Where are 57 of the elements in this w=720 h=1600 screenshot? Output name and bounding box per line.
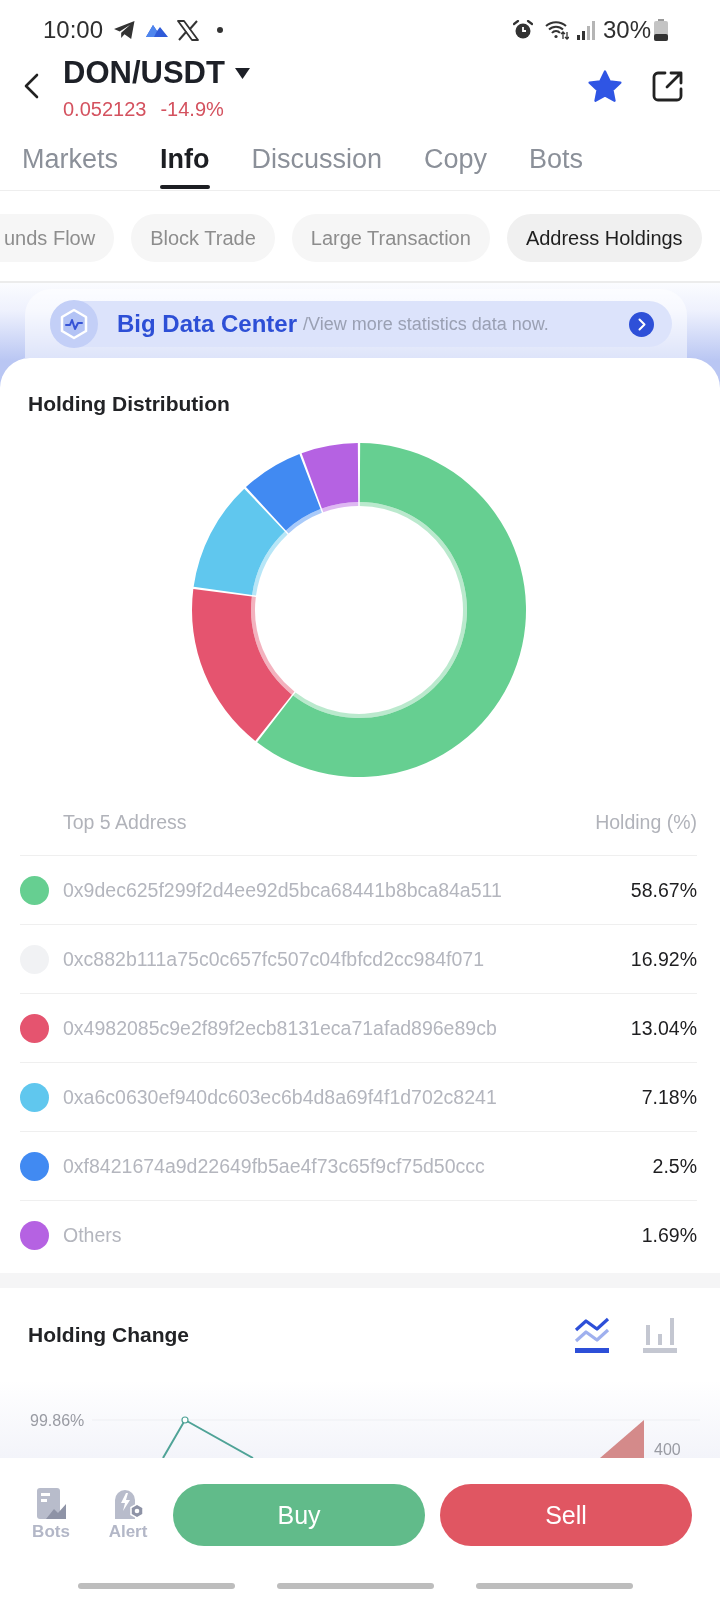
axis-label: 400 — [654, 1441, 681, 1458]
nav-handle[interactable] — [476, 1583, 633, 1589]
holding-cell: 1.69% — [641, 1223, 697, 1247]
wifi-icon — [544, 20, 569, 40]
x-logo-icon — [177, 19, 200, 41]
section-title: Holding Distribution — [27, 391, 231, 417]
banner-title: Big Data Center — [117, 309, 298, 339]
status-time: 10:00 — [43, 16, 104, 44]
dot-icon — [217, 27, 224, 33]
address-cell: 0x9dec625f299f2d4ee92d5bca68441b8bca84a511 — [63, 878, 502, 902]
shortcut-button[interactable]: Bots — [28, 1488, 74, 1542]
nav-handle[interactable] — [78, 1583, 235, 1589]
holding-cell: 58.67% — [630, 878, 697, 902]
paper-plane-icon — [113, 20, 137, 40]
battery-percent: 30% — [602, 16, 651, 44]
shortcut-button[interactable]: Alert — [105, 1488, 151, 1542]
address-cell: 0xc882b111a75c0c657fc507c04fbfcd2cc984f071 — [63, 947, 485, 971]
sell-button[interactable]: Sell — [440, 1484, 692, 1546]
section-title: Holding Change — [27, 1322, 189, 1348]
chevron-circle-icon — [629, 311, 654, 337]
price-change: -14.9% — [160, 97, 224, 121]
signal-icon — [576, 20, 595, 40]
alarm-icon — [512, 20, 533, 40]
back-icon[interactable] — [22, 73, 40, 99]
line-chart-icon[interactable] — [574, 1316, 610, 1354]
column-header: Holding (%) — [595, 810, 697, 834]
holding-cell: 13.04% — [630, 1016, 697, 1040]
star-icon[interactable] — [588, 70, 622, 103]
banner-card[interactable]: Big Data Center /View more statistics data now. — [50, 301, 672, 347]
address-cell: Others — [63, 1223, 122, 1247]
filter-chip[interactable]: Large Transaction — [291, 214, 490, 262]
axis-label: 99.86% — [30, 1412, 85, 1429]
address-cell: 0xf8421674a9d22649fb5ae4f73c65f9cf75d50ccc — [63, 1154, 485, 1178]
column-header: Top 5 Address — [63, 810, 187, 834]
banner-subtitle: /View more statistics data now. — [303, 313, 549, 336]
address-cell: 0x4982085c9e2f89f2ecb8131eca71afad896e89cb — [63, 1016, 497, 1040]
document-chart-icon — [35, 1488, 67, 1520]
holding-cell: 7.18% — [641, 1085, 697, 1109]
pair-selector[interactable]: DON/USDT — [63, 56, 250, 90]
tab[interactable]: Info — [160, 128, 210, 190]
tab[interactable]: Copy — [424, 128, 488, 190]
mountain-icon — [146, 23, 169, 37]
address-cell: 0xa6c0630ef940dc603ec6b4d8a69f4f1d702c8241 — [63, 1085, 497, 1109]
filter-chip[interactable]: Address Holdings — [506, 214, 702, 262]
last-price: 0.052123 — [63, 97, 147, 121]
tab[interactable]: Bots — [529, 128, 584, 190]
filter-chip[interactable]: unds Flow — [0, 214, 115, 262]
holding-cell: 2.5% — [652, 1154, 697, 1178]
tab[interactable]: Discussion — [251, 128, 383, 190]
nav-handle[interactable] — [277, 1583, 434, 1589]
buy-button[interactable]: Buy — [173, 1484, 425, 1546]
filter-chip[interactable]: Block Trade — [131, 214, 275, 262]
battery-icon — [654, 19, 668, 41]
share-icon[interactable] — [652, 71, 683, 102]
holding-cell: 16.92% — [630, 947, 697, 971]
tab[interactable]: Markets — [22, 128, 119, 190]
caret-down-icon — [234, 67, 250, 79]
